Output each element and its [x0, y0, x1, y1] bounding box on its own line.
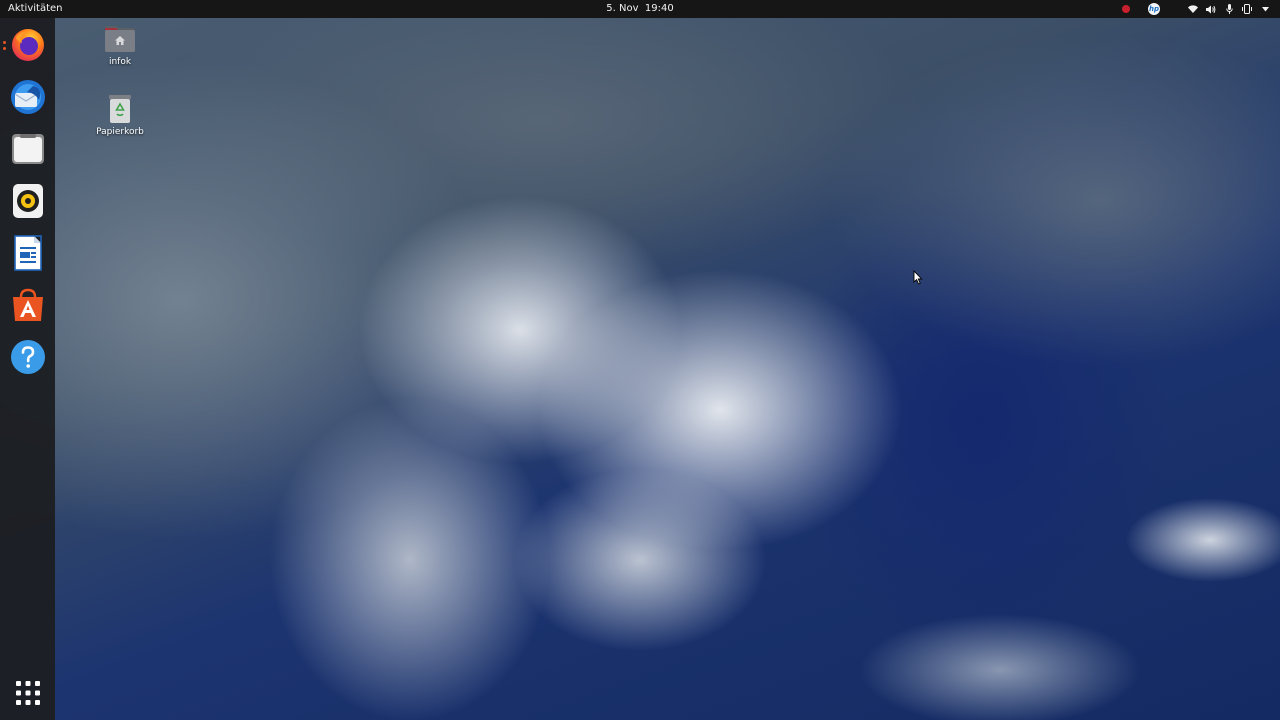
running-indicator	[3, 47, 6, 50]
app-grid-icon	[16, 681, 40, 705]
dock-item-firefox[interactable]	[3, 25, 48, 65]
thunderbird-icon	[11, 80, 45, 114]
dock-item-help[interactable]	[8, 337, 48, 377]
mouse-cursor-icon	[913, 270, 923, 285]
dock-item-files[interactable]	[8, 129, 48, 169]
desktop-icon-label: Papierkorb	[96, 127, 144, 137]
software-icon	[13, 288, 43, 321]
dock-item-rhythmbox[interactable]	[8, 181, 48, 221]
phone-icon[interactable]	[1242, 0, 1252, 18]
dock-item-software[interactable]	[8, 285, 48, 325]
help-icon	[11, 340, 45, 374]
firefox-icon	[12, 29, 44, 61]
clock-time: 19:40	[644, 3, 674, 14]
activities-button[interactable]: Aktivitäten	[8, 0, 63, 18]
system-tray[interactable]: hp	[1122, 0, 1270, 18]
wifi-icon[interactable]	[1188, 0, 1198, 18]
files-icon	[12, 134, 44, 164]
microphone-icon[interactable]	[1224, 0, 1234, 18]
desktop-icon-label: infok	[108, 57, 132, 67]
desktop-icon-trash[interactable]: Papierkorb	[85, 93, 155, 137]
desktop-icon-home[interactable]: infok	[85, 23, 155, 67]
record-icon[interactable]	[1122, 5, 1130, 13]
desktop[interactable]: Aktivitäten 5. Nov 19:40 hp infok Papier…	[0, 0, 1280, 720]
clock-date: 5. Nov	[606, 3, 639, 14]
clock-button[interactable]: 5. Nov 19:40	[606, 3, 673, 14]
dock-item-thunderbird[interactable]	[8, 77, 48, 117]
volume-icon[interactable]	[1206, 0, 1216, 18]
show-applications-button[interactable]	[8, 673, 48, 713]
trash-icon	[104, 93, 136, 125]
chevron-down-icon[interactable]	[1260, 0, 1270, 18]
writer-icon	[14, 235, 42, 271]
dock	[0, 18, 55, 720]
hp-icon[interactable]: hp	[1148, 3, 1160, 15]
rhythmbox-icon	[13, 184, 43, 218]
dock-item-writer[interactable]	[8, 233, 48, 273]
cloud-wallpaper	[0, 0, 1280, 720]
clock: 5. Nov 19:40	[0, 0, 1280, 18]
top-bar: Aktivitäten 5. Nov 19:40 hp	[0, 0, 1280, 18]
home-folder-icon	[104, 23, 136, 55]
running-indicator	[3, 41, 6, 44]
